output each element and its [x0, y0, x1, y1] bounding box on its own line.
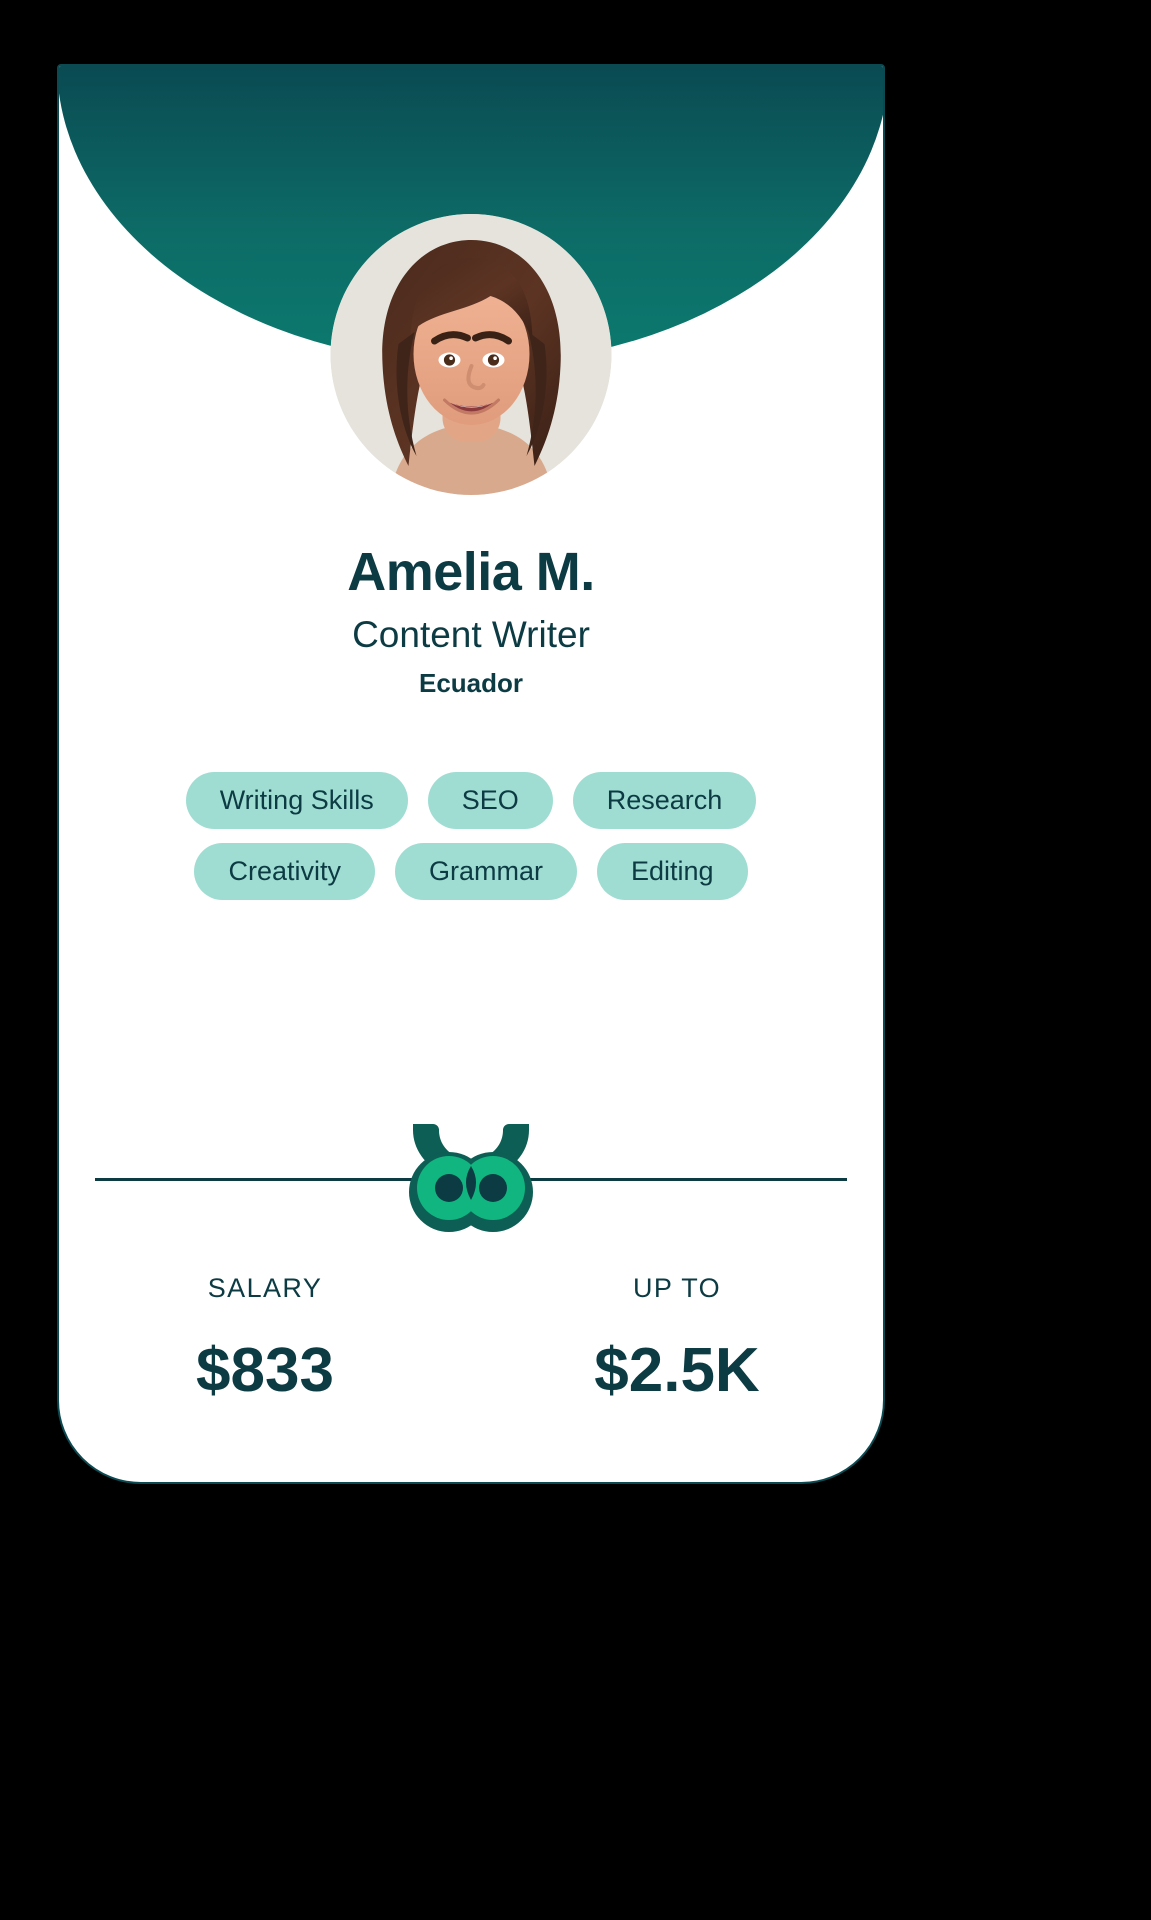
page-title: Amelia M.	[347, 542, 595, 602]
skill-tag[interactable]: Grammar	[394, 843, 577, 900]
profile-role: Content Writer	[352, 613, 590, 655]
skill-tag[interactable]: Research	[572, 772, 757, 829]
skills-list: Writing Skills SEO Research Creativity G…	[105, 772, 837, 900]
skill-tag[interactable]: Writing Skills	[185, 772, 408, 829]
salary-max-column: UP TO $2.5K	[471, 1273, 883, 1405]
skill-tag[interactable]: Creativity	[194, 843, 375, 900]
avatar	[330, 214, 612, 495]
owl-logo-icon	[407, 1122, 535, 1234]
profile-country: Ecuador	[418, 668, 524, 699]
salary-base-column: SALARY $833	[59, 1273, 471, 1405]
divider	[95, 1124, 847, 1232]
identity-block: Amelia M. Content Writer Ecuador	[59, 544, 883, 698]
skill-tag[interactable]: Editing	[596, 843, 748, 900]
salary-base-value: $833	[196, 1335, 334, 1405]
salary-max-value: $2.5K	[594, 1335, 760, 1405]
salary-section: SALARY $833 UP TO $2.5K	[59, 1273, 883, 1405]
salary-base-label: SALARY	[207, 1273, 323, 1303]
screen-background: Amelia M. Content Writer Ecuador Writing…	[0, 0, 1151, 1920]
skill-tag[interactable]: SEO	[427, 772, 553, 829]
talent-profile-card[interactable]: Amelia M. Content Writer Ecuador Writing…	[57, 64, 885, 1484]
salary-max-label: UP TO	[632, 1273, 722, 1303]
